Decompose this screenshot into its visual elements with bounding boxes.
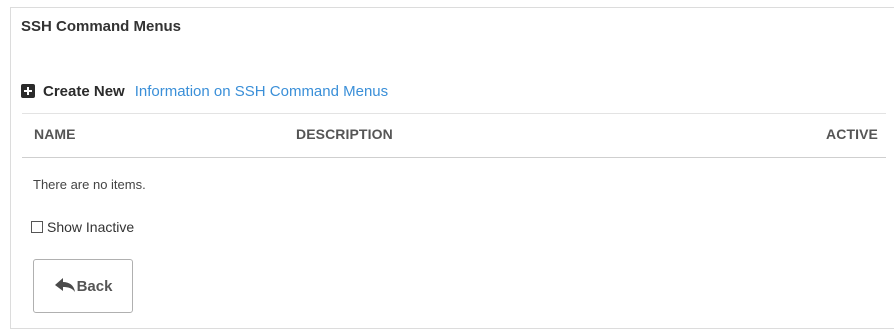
create-new-button[interactable]: Create New (21, 83, 125, 100)
column-header-active: ACTIVE (826, 126, 878, 142)
column-header-description: DESCRIPTION (296, 126, 393, 142)
back-label: Back (76, 277, 113, 295)
plus-square-icon (21, 84, 35, 98)
column-header-name: NAME (34, 126, 76, 142)
action-row: Create New Information on SSH Command Me… (21, 81, 388, 101)
info-link[interactable]: Information on SSH Command Menus (135, 83, 388, 100)
content-panel (10, 7, 894, 329)
reply-arrow-icon (54, 278, 75, 292)
checkbox-icon[interactable] (31, 221, 43, 233)
show-inactive-toggle[interactable]: Show Inactive (31, 219, 134, 235)
table-header-row: NAME DESCRIPTION ACTIVE (22, 113, 886, 158)
show-inactive-label: Show Inactive (47, 219, 135, 235)
page-title: SSH Command Menus (21, 18, 182, 35)
back-button[interactable]: Back (33, 259, 133, 313)
empty-table-message: There are no items. (33, 177, 146, 192)
create-new-label: Create New (43, 82, 125, 100)
